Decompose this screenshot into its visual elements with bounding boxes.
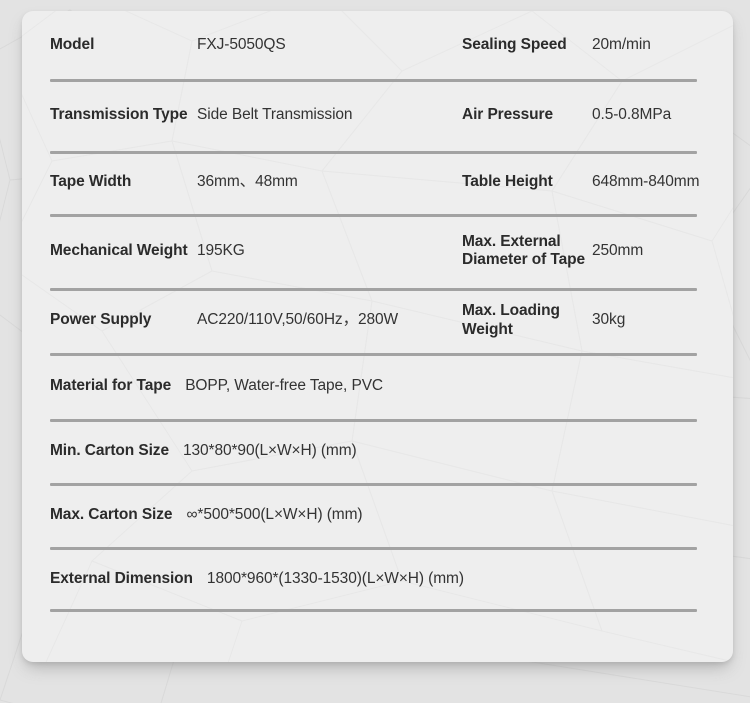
- table-row: Min. Carton Size 130*80*90(L×W×H) (mm): [50, 419, 715, 483]
- spec-value: 0.5-0.8MPa: [592, 105, 672, 123]
- spec-label: Mechanical Weight: [50, 241, 188, 259]
- spec-label: Max. External Diameter of Tape: [462, 232, 586, 268]
- row-cell-full: External Dimension 1800*960*(1330-1530)(…: [50, 570, 715, 589]
- row-cell-left: Mechanical Weight 195KG: [50, 242, 462, 261]
- spec-value: FXJ-5050QS: [197, 35, 286, 53]
- row-cell-full: Min. Carton Size 130*80*90(L×W×H) (mm): [50, 442, 715, 461]
- table-row: Power Supply AC220/110V,50/60Hz，280W Max…: [50, 288, 715, 353]
- spec-value: 36mm、48mm: [197, 173, 298, 191]
- spec-value: AC220/110V,50/60Hz，280W: [197, 311, 399, 329]
- spec-value: ∞*500*500(L×W×H) (mm): [186, 505, 363, 523]
- spec-label: Max. Loading Weight: [462, 302, 560, 338]
- table-row: Material for Tape BOPP, Water-free Tape,…: [50, 353, 715, 419]
- row-cell-right: Table Height 648mm-840mm: [462, 173, 715, 192]
- spec-label: Material for Tape: [50, 376, 172, 394]
- table-row: Mechanical Weight 195KG Max. External Di…: [50, 214, 715, 288]
- spec-value: 195KG: [197, 241, 245, 259]
- spec-label: Transmission Type: [50, 105, 188, 123]
- spec-label: Air Pressure: [462, 105, 553, 123]
- row-cell-full: Max. Carton Size ∞*500*500(L×W×H) (mm): [50, 506, 715, 525]
- table-row: Max. Carton Size ∞*500*500(L×W×H) (mm): [50, 483, 715, 547]
- table-row: Model FXJ-5050QS Sealing Speed 20m/min: [50, 11, 715, 79]
- spec-value: 1800*960*(1330-1530)(L×W×H) (mm): [206, 570, 464, 588]
- spec-value: BOPP, Water-free Tape, PVC: [185, 376, 384, 394]
- spec-label: Power Supply: [50, 311, 152, 329]
- spec-label: Sealing Speed: [462, 35, 567, 53]
- row-cell-right: Max. Loading Weight 30kg: [462, 302, 715, 339]
- spec-label: Table Height: [462, 173, 553, 191]
- table-row: Transmission Type Side Belt Transmission…: [50, 79, 715, 151]
- spec-table: Model FXJ-5050QS Sealing Speed 20m/min T…: [22, 11, 733, 612]
- row-cell-left: Model FXJ-5050QS: [50, 36, 462, 55]
- row-cell-right: Sealing Speed 20m/min: [462, 36, 715, 55]
- spec-label: Tape Width: [50, 173, 132, 191]
- spec-label: Model: [50, 35, 95, 53]
- spec-value: Side Belt Transmission: [197, 105, 353, 123]
- spec-value: 130*80*90(L×W×H) (mm): [182, 441, 357, 459]
- table-row: External Dimension 1800*960*(1330-1530)(…: [50, 547, 715, 612]
- spec-label: Min. Carton Size: [50, 441, 169, 459]
- row-cell-left: Transmission Type Side Belt Transmission: [50, 106, 462, 125]
- row-cell-full: Material for Tape BOPP, Water-free Tape,…: [50, 377, 715, 396]
- table-row: Tape Width 36mm、48mm Table Height 648mm-…: [50, 151, 715, 214]
- spec-label: Max. Carton Size: [50, 505, 173, 523]
- spec-value: 250mm: [592, 241, 644, 259]
- specification-card: Model FXJ-5050QS Sealing Speed 20m/min T…: [22, 11, 733, 662]
- row-cell-right: Max. External Diameter of Tape 250mm: [462, 233, 715, 270]
- row-cell-left: Tape Width 36mm、48mm: [50, 173, 462, 192]
- row-cell-left: Power Supply AC220/110V,50/60Hz，280W: [50, 311, 462, 330]
- row-cell-right: Air Pressure 0.5-0.8MPa: [462, 106, 715, 125]
- spec-value: 20m/min: [592, 35, 651, 53]
- spec-label: External Dimension: [50, 570, 193, 588]
- spec-value: 648mm-840mm: [592, 173, 700, 191]
- spec-value: 30kg: [592, 311, 626, 329]
